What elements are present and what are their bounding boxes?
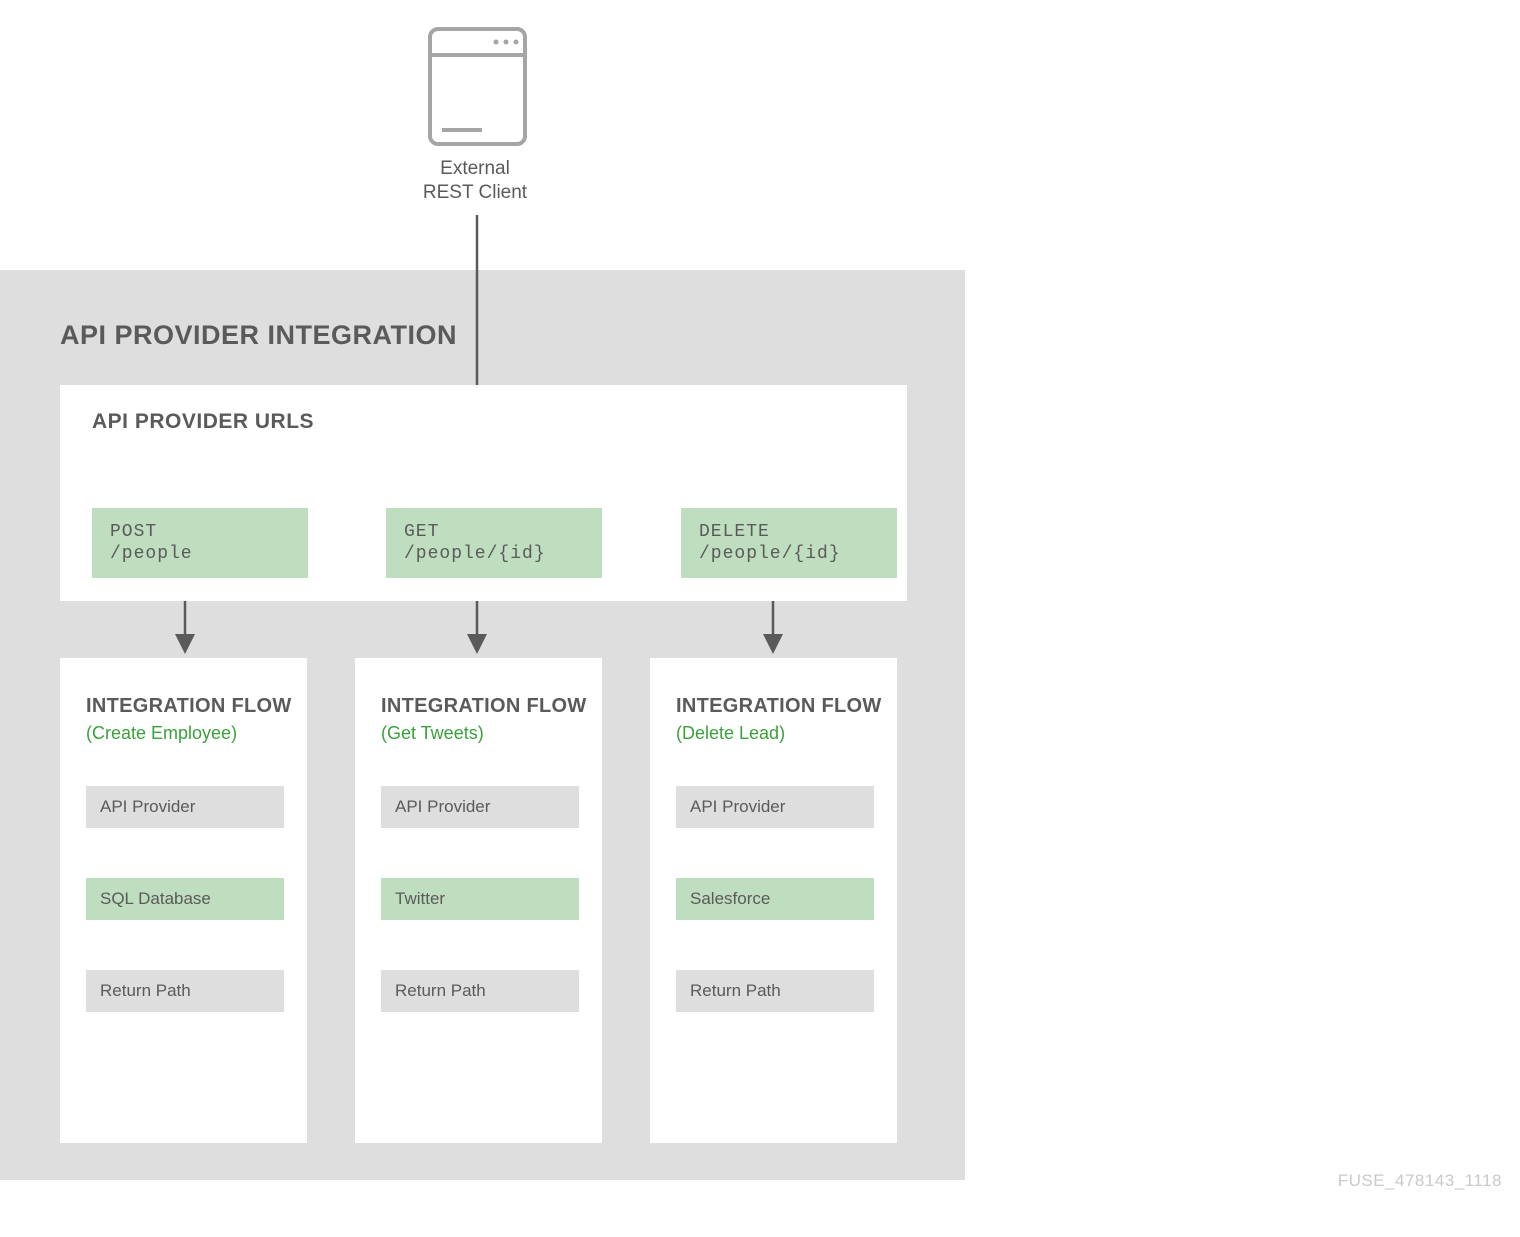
endpoint-path: /people	[110, 543, 290, 565]
external-client-line1: External	[440, 158, 510, 179]
endpoint-path: /people/{id}	[699, 543, 879, 565]
flow-step-return-path: Return Path	[676, 970, 874, 1012]
flow-step-return-path: Return Path	[86, 970, 284, 1012]
endpoint-method: DELETE	[699, 521, 879, 543]
endpoint-method: GET	[404, 521, 584, 543]
flow-title: INTEGRATION FLOW	[86, 695, 292, 718]
flow-subtitle: (Get Tweets)	[381, 723, 484, 744]
integration-title: API PROVIDER INTEGRATION	[60, 320, 457, 351]
flow-subtitle: (Create Employee)	[86, 723, 237, 744]
flow-step-salesforce: Salesforce	[676, 878, 874, 920]
flow-step-twitter: Twitter	[381, 878, 579, 920]
flow-title: INTEGRATION FLOW	[676, 695, 882, 718]
api-urls-title: API PROVIDER URLS	[92, 410, 314, 434]
flow-title: INTEGRATION FLOW	[381, 695, 587, 718]
flow-subtitle: (Delete Lead)	[676, 723, 785, 744]
external-client-line2: REST Client	[423, 182, 527, 203]
endpoint-delete-people-id: DELETE /people/{id}	[681, 508, 897, 578]
diagram-id: FUSE_478143_1118	[1338, 1171, 1502, 1191]
flow-step-api-provider: API Provider	[86, 786, 284, 828]
endpoint-path: /people/{id}	[404, 543, 584, 565]
flow-step-return-path: Return Path	[381, 970, 579, 1012]
flow-step-sql-database: SQL Database	[86, 878, 284, 920]
browser-window-icon	[430, 29, 525, 144]
flow-step-api-provider: API Provider	[676, 786, 874, 828]
external-client-label: External REST Client	[400, 157, 550, 205]
endpoint-get-people-id: GET /people/{id}	[386, 508, 602, 578]
endpoint-method: POST	[110, 521, 290, 543]
flow-step-api-provider: API Provider	[381, 786, 579, 828]
endpoint-post-people: POST /people	[92, 508, 308, 578]
